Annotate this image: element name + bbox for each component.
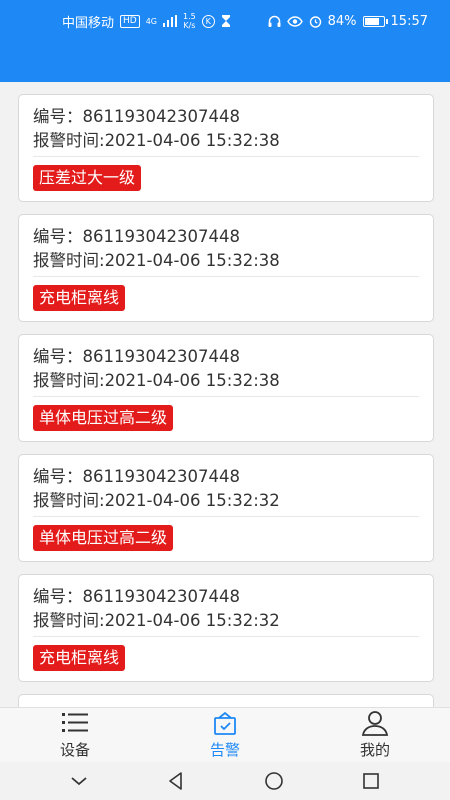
alarm-icon <box>214 711 236 735</box>
system-nav-bar <box>0 762 450 800</box>
alarm-time-row: 报警时间:2021-04-06 15:32:38 <box>33 129 419 153</box>
alarm-time-row: 报警时间:2021-04-06 15:32:32 <box>33 609 419 633</box>
alarm-id-label: 编号： <box>33 587 83 606</box>
alarm-id-label: 编号： <box>33 347 83 366</box>
speed-value: 1.5 <box>183 12 196 21</box>
tab-alarms-label: 告警 <box>209 741 240 759</box>
alarm-card[interactable]: 编号：861193042307448 报警时间:2021-04-06 15:32… <box>18 214 434 322</box>
alarm-type-tag: 充电柜离线 <box>33 645 126 671</box>
card-divider <box>33 276 419 277</box>
tab-alarms[interactable]: 告警 <box>150 708 300 762</box>
chevron-down-icon[interactable] <box>68 770 90 792</box>
hd-badge: HD <box>120 14 140 28</box>
alarm-card[interactable]: 编号：861193042307448 报警时间:2021-04-06 15:32… <box>18 94 434 202</box>
alarm-time-row: 报警时间:2021-04-06 15:32:32 <box>33 489 419 513</box>
alarm-id-label: 编号： <box>33 107 83 126</box>
alarm-id-row: 编号：861193042307448 <box>33 345 419 369</box>
k-badge-icon: K <box>201 14 215 28</box>
tab-devices-label: 设备 <box>59 741 90 759</box>
alarm-time-value: 2021-04-06 15:32:32 <box>104 611 280 630</box>
alarm-time-label: 报警时间: <box>33 371 105 390</box>
net-speed: 1.5 K/s <box>183 12 196 30</box>
alarm-id-row: 编号：861193042307448 <box>33 465 419 489</box>
alarm-time-row: 报警时间:2021-04-06 15:32:38 <box>33 369 419 393</box>
alarm-id-row: 编号：861193042307448 <box>33 225 419 249</box>
alarm-type-tag: 压差过大一级 <box>33 165 142 191</box>
carrier-name: 中国移动 <box>62 15 115 31</box>
alarm-id-row: 编号：861193042307448 <box>33 105 419 129</box>
card-divider <box>33 636 419 637</box>
battery-icon <box>362 15 388 27</box>
alarm-card-partial[interactable] <box>18 694 434 707</box>
alarm-time-value: 2021-04-06 15:32:38 <box>104 371 280 390</box>
alarm-list[interactable]: 编号：861193042307448 报警时间:2021-04-06 15:32… <box>0 82 450 707</box>
card-divider <box>33 396 419 397</box>
battery-percent: 84% <box>327 13 357 29</box>
card-divider <box>33 516 419 517</box>
alarm-time-label: 报警时间: <box>33 611 105 630</box>
tab-devices[interactable]: 设备 <box>0 708 150 762</box>
alarm-clock-icon <box>309 15 321 28</box>
tab-mine[interactable]: 我的 <box>300 708 450 762</box>
list-icon <box>62 713 88 732</box>
bottom-tab-bar: 设备 告警 我的 <box>0 707 450 762</box>
speed-unit: K/s <box>183 21 196 30</box>
alarm-id-label: 编号： <box>33 227 83 246</box>
alarm-time-row: 报警时间:2021-04-06 15:32:38 <box>33 249 419 273</box>
alarm-type-tag: 单体电压过高二级 <box>33 525 174 551</box>
recent-apps-icon[interactable] <box>360 770 382 792</box>
user-icon <box>361 711 389 736</box>
alarm-type-tag: 单体电压过高二级 <box>33 405 174 431</box>
alarm-card[interactable]: 编号：861193042307448 报警时间:2021-04-06 15:32… <box>18 574 434 682</box>
home-icon[interactable] <box>263 770 285 792</box>
hourglass-icon <box>221 15 230 27</box>
alarm-id-label: 编号： <box>33 467 83 486</box>
alarm-id-value: 861193042307448 <box>82 227 240 246</box>
alarm-id-value: 861193042307448 <box>82 347 240 366</box>
alarm-time-value: 2021-04-06 15:32:32 <box>104 491 280 510</box>
headset-icon <box>268 15 281 27</box>
alarm-id-value: 861193042307448 <box>82 587 240 606</box>
alarm-time-label: 报警时间: <box>33 131 105 150</box>
header-bar: 中国移动 HD 4G 1.5 K/s K 84% 15:57 <box>0 0 450 82</box>
alarm-time-value: 2021-04-06 15:32:38 <box>104 131 280 150</box>
alarm-time-value: 2021-04-06 15:32:38 <box>104 251 280 270</box>
alarm-card[interactable]: 编号：861193042307448 报警时间:2021-04-06 15:32… <box>18 454 434 562</box>
alarm-time-label: 报警时间: <box>33 491 105 510</box>
alarm-type-tag: 充电柜离线 <box>33 285 126 311</box>
alarm-id-value: 861193042307448 <box>82 107 240 126</box>
signal-icon <box>163 15 178 27</box>
network-type: 4G <box>145 16 158 26</box>
alarm-id-value: 861193042307448 <box>82 467 240 486</box>
clock-time: 15:57 <box>390 13 428 29</box>
alarm-time-label: 报警时间: <box>33 251 105 270</box>
tab-mine-label: 我的 <box>359 741 390 759</box>
alarm-id-row: 编号：861193042307448 <box>33 585 419 609</box>
eye-icon <box>286 15 303 27</box>
back-icon[interactable] <box>165 770 187 792</box>
status-bar: 中国移动 HD 4G 1.5 K/s K 84% 15:57 <box>0 0 450 42</box>
alarm-card[interactable]: 编号：861193042307448 报警时间:2021-04-06 15:32… <box>18 334 434 442</box>
card-divider <box>33 156 419 157</box>
